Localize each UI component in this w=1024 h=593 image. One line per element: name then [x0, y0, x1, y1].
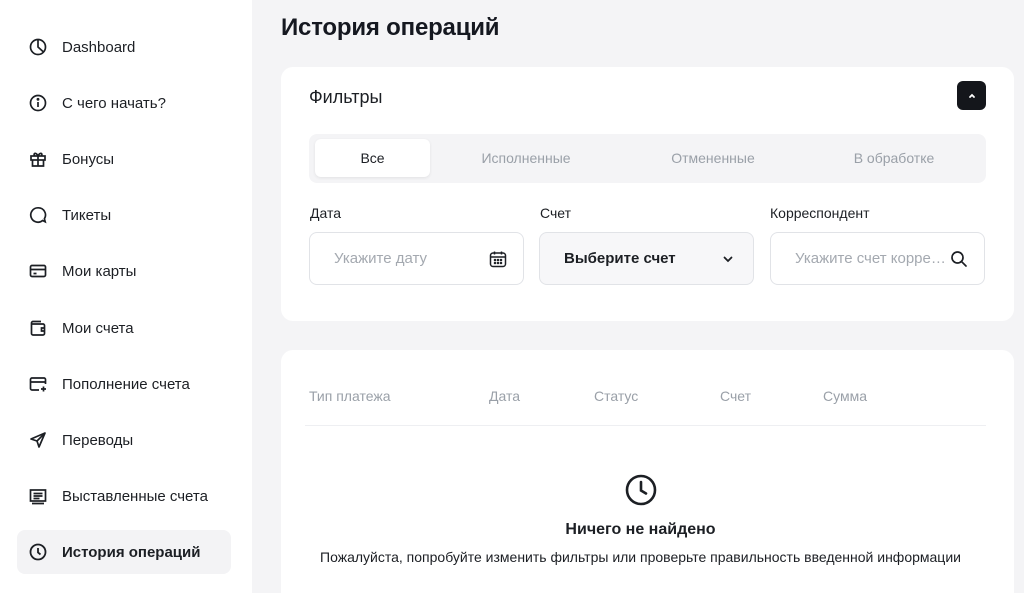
sidebar-item-top-up[interactable]: Пополнение счета [17, 362, 231, 406]
wallet-icon [28, 318, 48, 338]
pie-chart-icon [28, 37, 48, 57]
table-divider [305, 425, 986, 426]
sidebar-item-dashboard[interactable]: Dashboard [17, 25, 231, 69]
date-input[interactable] [334, 250, 487, 267]
sidebar-item-label: Бонусы [62, 150, 115, 168]
invoice-icon [28, 486, 48, 506]
sidebar-item-getting-started[interactable]: С чего начать? [17, 81, 231, 125]
sidebar-item-tickets[interactable]: Тикеты [17, 193, 231, 237]
filters-title: Фильтры [309, 87, 383, 107]
column-header-account[interactable]: Счет [720, 388, 751, 404]
tab-cancelled[interactable]: Отмененные [633, 139, 793, 177]
sidebar-item-bonuses[interactable]: Бонусы [17, 137, 231, 181]
sidebar-item-label: Dashboard [62, 38, 136, 56]
info-icon [28, 93, 48, 113]
sidebar-item-label: С чего начать? [62, 94, 166, 112]
chevron-down-icon [717, 248, 739, 270]
gift-icon [28, 149, 48, 169]
account-select[interactable]: Выберите счет [539, 232, 754, 285]
sidebar: Dashboard С чего начать? Бонусы Тикеты М… [0, 0, 252, 593]
collapse-filters-button[interactable] [957, 81, 986, 110]
correspondent-input[interactable] [795, 250, 948, 267]
clock-icon [28, 542, 48, 562]
sidebar-item-label: Выставленные счета [62, 487, 208, 505]
calendar-icon[interactable] [487, 248, 509, 270]
credit-card-icon [28, 261, 48, 281]
status-tabs: Все Исполненные Отмененные В обработке [309, 134, 986, 183]
column-header-status[interactable]: Статус [594, 388, 638, 404]
sidebar-item-invoices[interactable]: Выставленные счета [17, 474, 231, 518]
correspondent-field[interactable] [770, 232, 985, 285]
account-label: Счет [540, 205, 571, 221]
empty-state-title: Ничего не найдено [565, 521, 716, 538]
empty-state-text: Пожалуйста, попробуйте изменить фильтры … [320, 549, 961, 565]
operations-table: Тип платежа Дата Статус Счет Сумма Ничег… [281, 350, 1014, 593]
search-icon[interactable] [948, 248, 970, 270]
sidebar-item-label: История операций [62, 543, 201, 561]
filters-panel: Фильтры Все Исполненные Отмененные В обр… [281, 67, 1014, 321]
sidebar-item-history[interactable]: История операций [17, 530, 231, 574]
correspondent-label: Корреспондент [770, 205, 870, 221]
sidebar-item-my-cards[interactable]: Мои карты [17, 249, 231, 293]
sidebar-item-label: Пополнение счета [62, 375, 190, 393]
tab-all[interactable]: Все [315, 139, 430, 177]
column-header-amount[interactable]: Сумма [823, 388, 867, 404]
sidebar-item-label: Тикеты [62, 206, 112, 224]
card-add-icon [28, 374, 48, 394]
account-select-value: Выберите счет [564, 250, 676, 267]
sidebar-item-label: Мои счета [62, 319, 134, 337]
column-header-date[interactable]: Дата [489, 388, 520, 404]
sidebar-item-label: Переводы [62, 431, 134, 449]
clock-icon [625, 474, 657, 506]
send-icon [28, 430, 48, 450]
chevron-up-icon [968, 93, 975, 98]
sidebar-item-transfers[interactable]: Переводы [17, 418, 231, 462]
date-field[interactable] [309, 232, 524, 285]
tab-processing[interactable]: В обработке [814, 139, 974, 177]
sidebar-item-my-accounts[interactable]: Мои счета [17, 306, 231, 350]
column-header-payment-type[interactable]: Тип платежа [309, 388, 391, 404]
tab-completed[interactable]: Исполненные [446, 139, 606, 177]
page-title: История операций [281, 14, 500, 41]
sidebar-item-label: Мои карты [62, 262, 137, 280]
date-label: Дата [310, 205, 342, 221]
chat-bubble-icon [28, 205, 48, 225]
